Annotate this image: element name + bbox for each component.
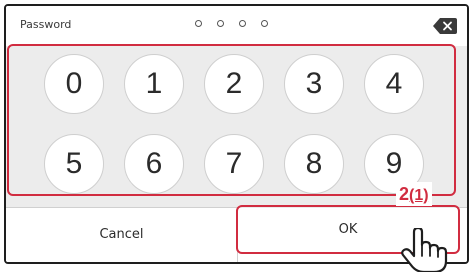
key-2[interactable]: 2	[204, 54, 264, 114]
key-6[interactable]: 6	[124, 134, 184, 194]
cancel-label: Cancel	[99, 227, 144, 242]
backspace-icon[interactable]	[433, 18, 457, 34]
cancel-button[interactable]: Cancel	[6, 207, 237, 262]
key-7[interactable]: 7	[204, 134, 264, 194]
pin-dot	[217, 20, 224, 27]
key-8[interactable]: 8	[284, 134, 344, 194]
key-5[interactable]: 5	[44, 134, 104, 194]
key-3[interactable]: 3	[284, 54, 344, 114]
key-1[interactable]: 1	[124, 54, 184, 114]
key-0[interactable]: 0	[44, 54, 104, 114]
step-sub: (1)	[409, 187, 429, 204]
pin-dots	[195, 20, 268, 27]
pin-dot	[239, 20, 246, 27]
hand-pointer-icon	[401, 228, 448, 272]
password-label: Password	[20, 18, 72, 31]
step-annotation: 2(1)	[396, 182, 432, 206]
key-4[interactable]: 4	[364, 54, 424, 114]
step-number: 2	[399, 184, 410, 204]
pin-dot	[261, 20, 268, 27]
ok-label: OK	[338, 222, 358, 237]
dialog-header: Password	[6, 6, 467, 47]
pin-dot	[195, 20, 202, 27]
